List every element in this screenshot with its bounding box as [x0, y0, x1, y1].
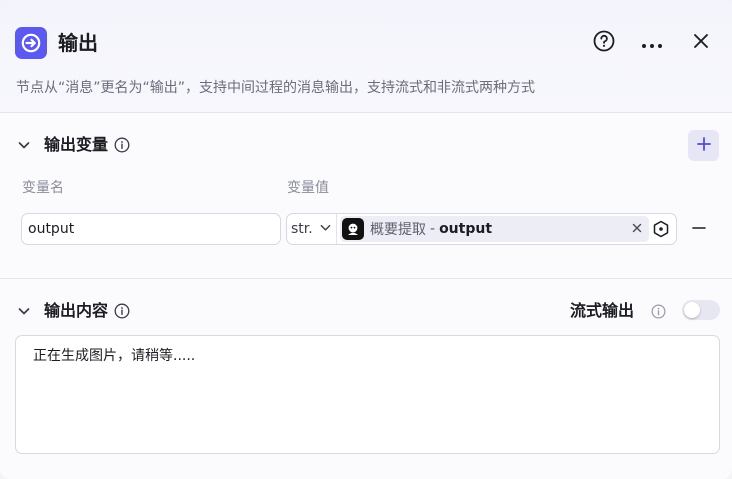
stream-output-label: 流式输出 — [570, 301, 635, 320]
remove-variable-button[interactable] — [690, 220, 708, 238]
reference-node-name: 概要提取 — [370, 222, 426, 238]
variable-value-column-label: 变量值 — [287, 180, 329, 196]
chevron-down-icon[interactable] — [16, 137, 32, 153]
section-divider — [0, 278, 732, 279]
stream-output-toggle[interactable] — [682, 300, 720, 320]
variable-name-input[interactable]: output — [21, 213, 281, 245]
toggle-knob — [684, 302, 700, 318]
more-button[interactable] — [637, 28, 667, 58]
panel-title: 输出 — [58, 31, 98, 55]
close-icon — [693, 33, 709, 53]
clear-reference-icon[interactable] — [631, 222, 643, 234]
variable-value-field: str. 概要提取 - output — [286, 213, 677, 245]
add-variable-button[interactable] — [688, 130, 719, 161]
output-content-title: 输出内容 — [44, 301, 109, 320]
reference-variable-name: output — [439, 221, 493, 237]
minus-icon — [692, 220, 706, 239]
panel-header: 输出 节点从“消息”更名为“输出”，支持中间过程的消息输出，支持流式和非流式两种… — [0, 0, 732, 113]
variable-type-label: str. — [291, 221, 313, 237]
chevron-down-icon[interactable] — [16, 303, 32, 319]
reference-separator: - — [430, 221, 436, 237]
output-variables-header[interactable]: 输出变量 — [16, 133, 130, 157]
variable-picker-icon[interactable] — [652, 220, 670, 238]
variable-name-column-label: 变量名 — [22, 180, 64, 196]
output-node-panel: 输出 节点从“消息”更名为“输出”，支持中间过程的消息输出，支持流式和非流式两种… — [0, 0, 732, 479]
variable-type-select[interactable]: str. — [287, 214, 337, 244]
plus-icon — [696, 136, 711, 155]
node-avatar-icon — [342, 218, 364, 240]
variable-reference-tag[interactable]: 概要提取 - output — [340, 216, 649, 242]
output-content-textarea[interactable]: 正在生成图片，请稍等..... — [15, 335, 720, 454]
help-circle-icon — [593, 30, 615, 56]
output-variables-title: 输出变量 — [44, 135, 109, 154]
info-icon[interactable] — [114, 303, 130, 319]
close-button[interactable] — [686, 28, 716, 58]
node-description: 节点从“消息”更名为“输出”，支持中间过程的消息输出，支持流式和非流式两种方式 — [16, 80, 536, 96]
output-content-header[interactable]: 输出内容 — [16, 299, 130, 323]
info-icon[interactable] — [650, 303, 666, 319]
chevron-down-icon — [319, 221, 332, 238]
more-dots-icon — [641, 34, 663, 53]
help-button[interactable] — [589, 28, 619, 58]
output-arrow-icon — [15, 27, 47, 59]
info-icon[interactable] — [114, 137, 130, 153]
